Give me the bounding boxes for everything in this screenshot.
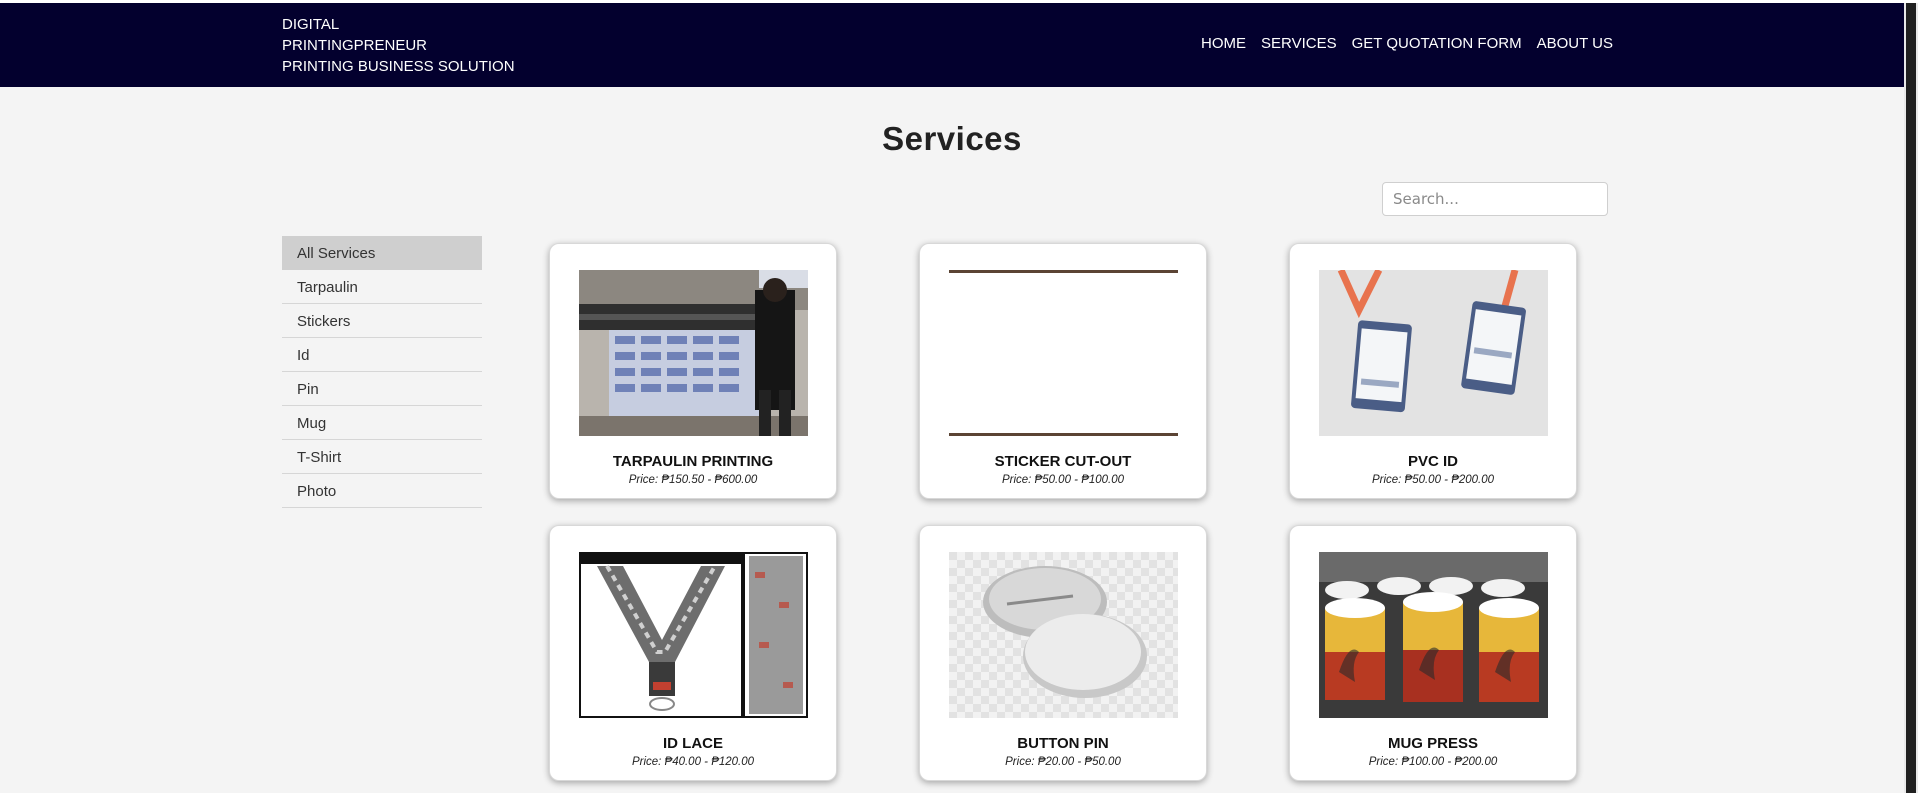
page-scrollbar[interactable] [1904, 3, 1918, 793]
blank-photo-icon [949, 270, 1178, 436]
service-card-mug-press[interactable]: MUG PRESS Price: ₱100.00 - ₱200.00 [1289, 525, 1577, 781]
scrollbar-thumb[interactable] [1906, 3, 1916, 793]
category-id[interactable]: Id [282, 338, 482, 372]
brand-line-1: DIGITAL [282, 16, 340, 33]
mugs-photo-icon [1319, 552, 1548, 718]
service-name: BUTTON PIN [1017, 735, 1109, 752]
service-card-sticker[interactable]: STICKER CUT-OUT Price: ₱50.00 - ₱100.00 [919, 243, 1207, 499]
service-price: Price: ₱50.00 - ₱100.00 [1001, 474, 1125, 486]
category-sidebar: All Services Tarpaulin Stickers Id Pin M… [282, 236, 482, 508]
service-name: TARPAULIN PRINTING [612, 453, 774, 470]
brand-logo-text[interactable]: DIGITAL PRINTINGPRENEUR PRINTING BUSINES… [282, 14, 515, 77]
service-price: Price: ₱100.00 - ₱200.00 [1368, 756, 1498, 768]
category-mug[interactable]: Mug [282, 406, 482, 440]
service-card-button-pin[interactable]: BUTTON PIN Price: ₱20.00 - ₱50.00 [919, 525, 1207, 781]
service-price: Price: ₱40.00 - ₱120.00 [631, 756, 755, 768]
service-price: Price: ₱50.00 - ₱200.00 [1371, 474, 1495, 486]
nav-services-link[interactable]: SERVICES [1261, 34, 1337, 54]
brand-line-2: PRINTINGPRENEUR [282, 37, 428, 54]
site-header: DIGITAL PRINTINGPRENEUR PRINTING BUSINES… [0, 3, 1904, 87]
service-name: PVC ID [1407, 453, 1458, 470]
printer-photo-icon [579, 270, 808, 436]
category-pin[interactable]: Pin [282, 372, 482, 406]
service-card-id-lace[interactable]: ID LACE Price: ₱40.00 - ₱120.00 [549, 525, 837, 781]
category-tshirt[interactable]: T-Shirt [282, 440, 482, 474]
service-name: ID LACE [663, 735, 723, 752]
id-card-photo-icon [1319, 270, 1548, 436]
service-card-tarpaulin[interactable]: TARPAULIN PRINTING Price: ₱150.50 - ₱600… [549, 243, 837, 499]
category-tarpaulin[interactable]: Tarpaulin [282, 270, 482, 304]
nav-about-link[interactable]: ABOUT US [1537, 34, 1613, 54]
page-title: Services [882, 120, 1022, 157]
service-price: Price: ₱20.00 - ₱50.00 [1005, 756, 1121, 768]
service-name: STICKER CUT-OUT [994, 453, 1132, 470]
category-all-services[interactable]: All Services [282, 236, 482, 270]
category-photo[interactable]: Photo [282, 474, 482, 508]
search-input[interactable] [1382, 182, 1608, 216]
service-card-pvc-id[interactable]: PVC ID Price: ₱50.00 - ₱200.00 [1289, 243, 1577, 499]
main-nav: HOME SERVICES GET QUOTATION FORM ABOUT U… [1201, 34, 1613, 54]
category-stickers[interactable]: Stickers [282, 304, 482, 338]
lanyard-photo-icon [579, 552, 808, 718]
nav-home-link[interactable]: HOME [1201, 34, 1246, 54]
nav-quotation-link[interactable]: GET QUOTATION FORM [1352, 34, 1522, 54]
brand-line-3: PRINTING BUSINESS SOLUTION [282, 58, 515, 75]
service-name: MUG PRESS [1387, 735, 1478, 752]
service-price: Price: ₱150.50 - ₱600.00 [628, 474, 758, 486]
button-pin-photo-icon [949, 552, 1178, 718]
